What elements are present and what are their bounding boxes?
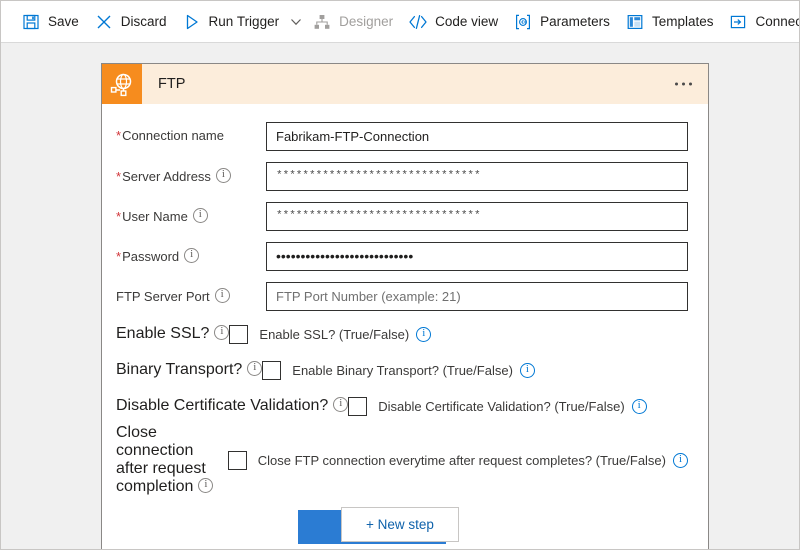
user-name-input[interactable]: [266, 202, 688, 231]
templates-button[interactable]: Templates: [619, 7, 723, 37]
run-trigger-chevron-down-icon[interactable]: [290, 7, 302, 37]
required-asterisk: *: [116, 128, 121, 143]
enable-ssl-option-label: Enable SSL? (True/False): [259, 327, 409, 342]
parameters-label: Parameters: [540, 15, 610, 29]
form-row-user-name: *User Name: [116, 196, 688, 236]
label-text: Server Address: [122, 169, 211, 184]
designer-canvas: FTP *Connection name *Server Address: [1, 43, 799, 549]
password-input[interactable]: [266, 242, 688, 271]
code-view-label: Code view: [435, 15, 498, 29]
connectors-button[interactable]: Connectors: [722, 7, 800, 37]
form-row-password: *Password: [116, 236, 688, 276]
form-row-enable-ssl: Enable SSL? Enable SSL? (True/False): [116, 316, 688, 352]
checkbox-wrap-binary-transport: Enable Binary Transport? (True/False): [262, 361, 535, 380]
label-text: Disable Certificate Validation?: [116, 397, 328, 414]
card-header: FTP: [102, 64, 708, 104]
label-binary-transport: Binary Transport?: [116, 361, 262, 379]
new-step-row: + New step: [1, 507, 799, 542]
checkbox-wrap-enable-ssl: Enable SSL? (True/False): [229, 325, 431, 344]
command-bar: Save Discard Run Trigger: [1, 1, 800, 43]
info-icon[interactable]: [520, 363, 535, 378]
connectors-label: Connectors: [755, 15, 800, 29]
info-icon[interactable]: [333, 397, 348, 412]
new-step-button[interactable]: + New step: [341, 507, 459, 542]
discard-icon: [94, 12, 114, 32]
label-text: User Name: [122, 209, 188, 224]
designer-icon: [312, 12, 332, 32]
save-button[interactable]: Save: [15, 7, 88, 37]
disable-certificate-validation-checkbox[interactable]: [348, 397, 367, 416]
info-icon[interactable]: [193, 208, 208, 223]
form-row-ftp-server-port: FTP Server Port: [116, 276, 688, 316]
label-ftp-server-port: FTP Server Port: [116, 288, 266, 305]
card-body: *Connection name *Server Address *User N…: [102, 104, 708, 550]
close-connection-option-label: Close FTP connection everytime after req…: [258, 453, 666, 468]
ftp-server-port-input[interactable]: [266, 282, 688, 311]
info-icon[interactable]: [632, 399, 647, 414]
info-icon[interactable]: [184, 248, 199, 263]
designer-label: Designer: [339, 15, 393, 29]
run-trigger-label: Run Trigger: [209, 15, 280, 29]
card-title: FTP: [158, 76, 185, 92]
form-row-server-address: *Server Address: [116, 156, 688, 196]
connectors-icon: [728, 12, 748, 32]
disable-certificate-validation-option-label: Disable Certificate Validation? (True/Fa…: [378, 399, 624, 414]
templates-label: Templates: [652, 15, 714, 29]
label-text: Binary Transport?: [116, 361, 242, 378]
info-icon[interactable]: [214, 325, 229, 340]
save-label: Save: [48, 15, 79, 29]
close-connection-checkbox[interactable]: [228, 451, 247, 470]
enable-ssl-checkbox[interactable]: [229, 325, 248, 344]
code-view-button[interactable]: Code view: [402, 7, 507, 37]
info-icon[interactable]: [416, 327, 431, 342]
label-disable-certificate-validation: Disable Certificate Validation?: [116, 397, 348, 415]
label-text: Password: [122, 249, 179, 264]
parameters-button[interactable]: Parameters: [507, 7, 619, 37]
form-row-connection-name: *Connection name: [116, 116, 688, 156]
info-icon[interactable]: [247, 361, 262, 376]
binary-transport-option-label: Enable Binary Transport? (True/False): [292, 363, 513, 378]
connection-name-input[interactable]: [266, 122, 688, 151]
form-row-binary-transport: Binary Transport? Enable Binary Transpor…: [116, 352, 688, 388]
label-server-address: *Server Address: [116, 168, 266, 185]
form-row-disable-certificate-validation: Disable Certificate Validation? Disable …: [116, 388, 688, 424]
server-address-input[interactable]: [266, 162, 688, 191]
label-text: Connection name: [122, 128, 224, 143]
label-text: FTP Server Port: [116, 289, 210, 304]
label-user-name: *User Name: [116, 208, 266, 225]
checkbox-wrap-close-connection: Close FTP connection everytime after req…: [228, 451, 688, 470]
designer-button: Designer: [306, 7, 402, 37]
save-icon: [21, 12, 41, 32]
binary-transport-checkbox[interactable]: [262, 361, 281, 380]
label-enable-ssl: Enable SSL?: [116, 325, 229, 343]
code-view-icon: [408, 12, 428, 32]
info-icon[interactable]: [673, 453, 688, 468]
discard-label: Discard: [121, 15, 167, 29]
label-close-connection: Close connection after request completio…: [116, 424, 228, 496]
ftp-connection-card: FTP *Connection name *Server Address: [101, 63, 709, 550]
info-icon[interactable]: [198, 478, 213, 493]
label-text: Close connection after request completio…: [116, 424, 206, 495]
label-password: *Password: [116, 248, 266, 265]
ftp-globe-icon: [102, 64, 142, 104]
info-icon[interactable]: [216, 168, 231, 183]
more-commands-icon[interactable]: [671, 77, 696, 92]
form-row-close-connection: Close connection after request completio…: [116, 424, 688, 496]
required-asterisk: *: [116, 209, 121, 224]
logic-app-designer-screen: Save Discard Run Trigger: [0, 0, 800, 550]
checkbox-wrap-disable-certificate-validation: Disable Certificate Validation? (True/Fa…: [348, 397, 646, 416]
label-connection-name: *Connection name: [116, 128, 266, 144]
required-asterisk: *: [116, 169, 121, 184]
discard-button[interactable]: Discard: [88, 7, 176, 37]
templates-icon: [625, 12, 645, 32]
run-trigger-icon: [182, 12, 202, 32]
required-asterisk: *: [116, 249, 121, 264]
info-icon[interactable]: [215, 288, 230, 303]
run-trigger-button[interactable]: Run Trigger: [176, 7, 289, 37]
label-text: Enable SSL?: [116, 325, 209, 342]
parameters-icon: [513, 12, 533, 32]
